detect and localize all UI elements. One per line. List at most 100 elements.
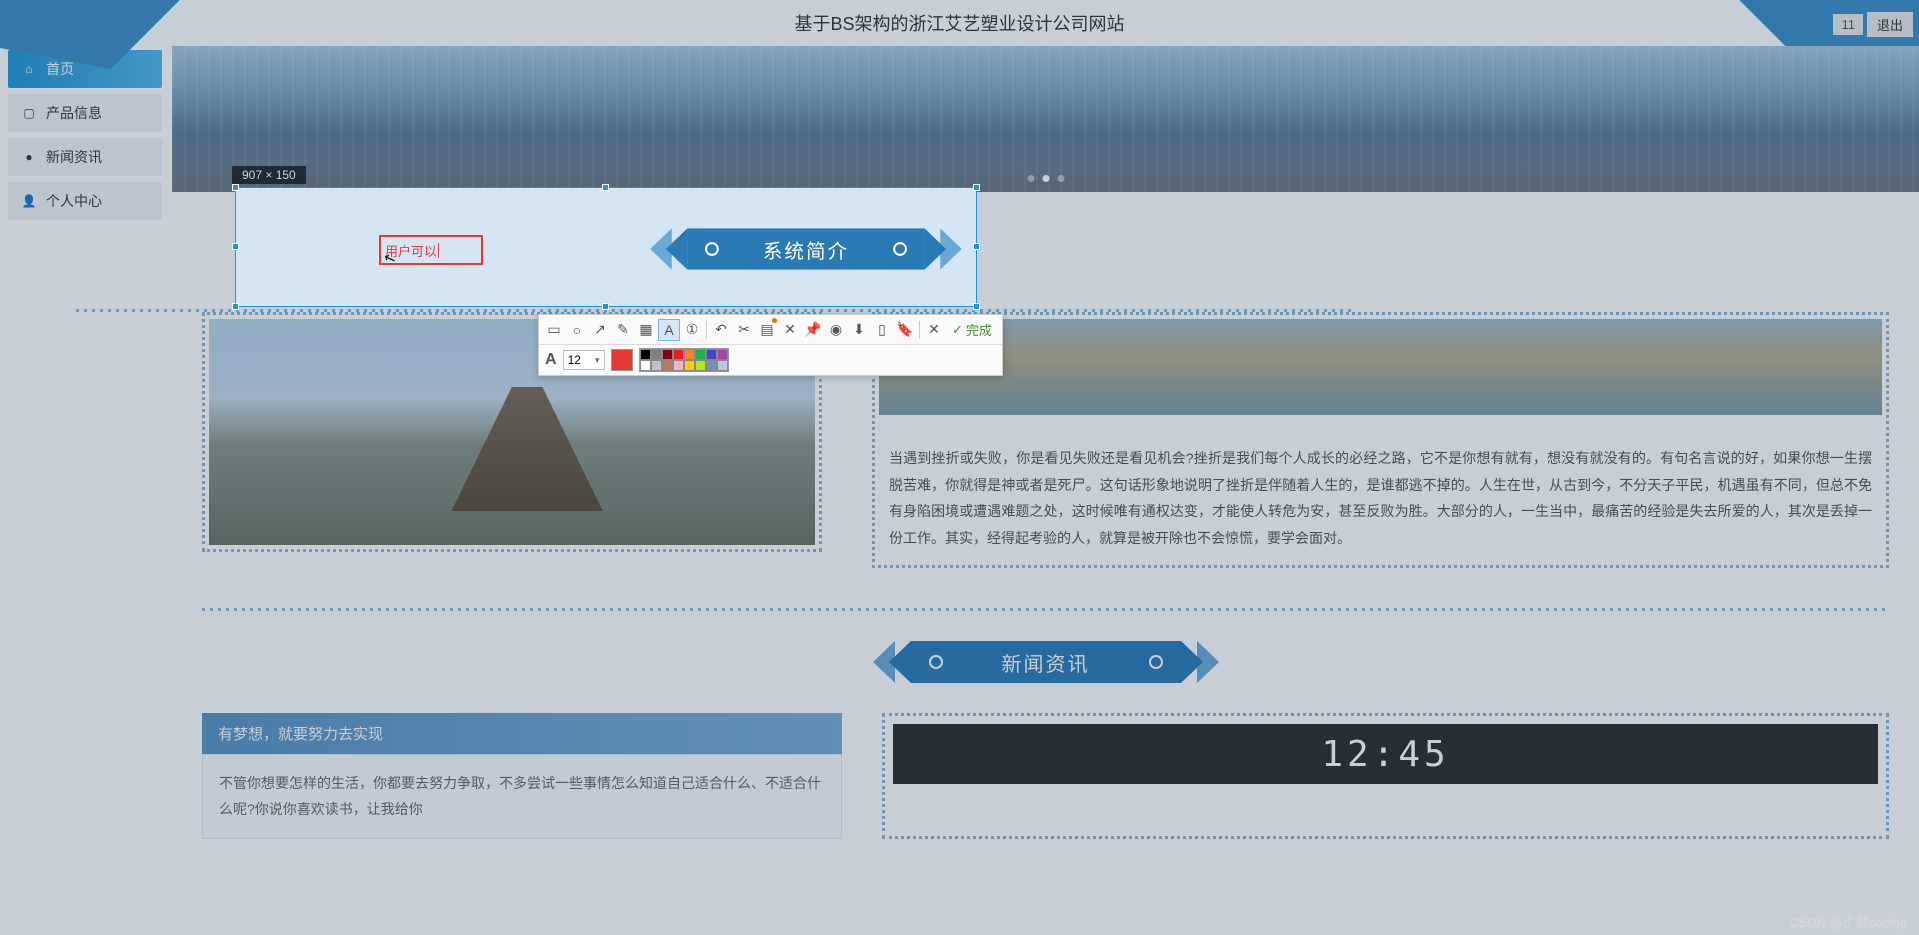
selection-handle[interactable] — [232, 184, 239, 191]
number-tool-button[interactable]: ① — [681, 319, 703, 341]
font-size-select[interactable]: 12 — [563, 350, 605, 370]
section-divider — [202, 608, 1889, 611]
selection-dimensions-label: 907 × 150 — [232, 166, 306, 184]
color-swatch[interactable] — [695, 360, 706, 371]
sidebar-item-label: 新闻资讯 — [46, 147, 102, 167]
color-swatch[interactable] — [673, 349, 684, 360]
intro-text: 当遇到挫折或失败，你是看见失败还是看见机会?挫折是我们每个人成长的必经之路，它不… — [879, 415, 1882, 561]
arrow-tool-button[interactable]: ↗ — [589, 319, 611, 341]
bookmark-button[interactable]: 🔖 — [894, 319, 916, 341]
color-swatch[interactable] — [684, 349, 695, 360]
arrow-left-icon — [639, 228, 687, 269]
toolbar-separator — [706, 321, 707, 339]
info-icon: ● — [22, 150, 36, 164]
mosaic-tool-button[interactable]: ▦ — [635, 319, 657, 341]
color-swatch[interactable] — [662, 349, 673, 360]
sidebar-item-news[interactable]: ● 新闻资讯 — [8, 138, 162, 176]
hero-banner — [172, 46, 1919, 192]
page-title: 基于BS架构的浙江艾艺塑业设计公司网站 — [794, 10, 1124, 36]
color-swatch[interactable] — [717, 349, 728, 360]
news-card-right[interactable]: 12:45 — [882, 713, 1889, 838]
rectangle-tool-button[interactable]: ▭ — [543, 319, 565, 341]
news-section: 有梦想，就要努力去实现 不管你想要怎样的生活，你都要去努力争取，不多尝试一些事情… — [172, 713, 1919, 838]
color-swatch[interactable] — [706, 349, 717, 360]
download-button[interactable]: ⬇ — [848, 319, 870, 341]
font-icon: A — [545, 351, 557, 369]
carousel-dot[interactable] — [1057, 175, 1064, 182]
sidebar-item-label: 个人中心 — [46, 191, 102, 211]
check-icon: ✓ — [952, 322, 963, 338]
sidebar: ⌂ 首页 ▢ 产品信息 ● 新闻资讯 👤 个人中心 — [0, 46, 172, 935]
cut-button[interactable]: ✂ — [733, 319, 755, 341]
sidebar-item-label: 产品信息 — [46, 103, 102, 123]
selection-handle[interactable] — [973, 303, 980, 310]
screenshot-toolbar: ▭ ○ ↗ ✎ ▦ A ① ↶ ✂ ▤ ✕ 📌 ◉ ⬇ ▯ 🔖 ✕ ✓ 完成 A… — [538, 314, 1003, 376]
intro-section: 当遇到挫折或失败，你是看见失败还是看见机会?挫折是我们每个人成长的必经之路，它不… — [172, 312, 1919, 568]
cube-icon: ▢ — [22, 106, 36, 120]
ocr-button[interactable]: ▤ — [756, 319, 778, 341]
pin-button[interactable]: 📌 — [802, 319, 824, 341]
phone-button[interactable]: ▯ — [871, 319, 893, 341]
header-right: 11 退出 — [1833, 12, 1913, 37]
color-swatch[interactable] — [706, 360, 717, 371]
news-clock-image: 12:45 — [893, 724, 1878, 784]
top-bar: 基于BS架构的浙江艾艺塑业设计公司网站 11 退出 — [0, 0, 1919, 46]
selection-handle[interactable] — [232, 303, 239, 310]
news-card-title: 有梦想，就要努力去实现 — [202, 713, 842, 754]
undo-button[interactable]: ↶ — [710, 319, 732, 341]
color-palette — [639, 348, 729, 372]
sidebar-item-profile[interactable]: 👤 个人中心 — [8, 182, 162, 220]
intro-image-right — [879, 319, 1882, 415]
font-size-value: 12 — [568, 353, 581, 367]
selection-dotted-edge — [76, 309, 1356, 312]
color-swatch[interactable] — [673, 360, 684, 371]
news-section-banner: 新闻资讯 — [172, 641, 1919, 683]
sidebar-item-label: 首页 — [46, 59, 74, 79]
toolbar-row-tools: ▭ ○ ↗ ✎ ▦ A ① ↶ ✂ ▤ ✕ 📌 ◉ ⬇ ▯ 🔖 ✕ ✓ 完成 — [539, 315, 1002, 345]
selection-handle[interactable] — [973, 243, 980, 250]
arrow-right-icon — [924, 228, 972, 269]
current-color-swatch[interactable] — [611, 349, 633, 371]
text-tool-button[interactable]: A — [658, 319, 680, 341]
color-swatch[interactable] — [640, 360, 651, 371]
user-badge[interactable]: 11 — [1833, 14, 1863, 35]
carousel-dot[interactable] — [1027, 175, 1034, 182]
arrow-left-icon — [856, 641, 911, 683]
carousel-dots — [1027, 175, 1064, 182]
arrow-right-icon — [1181, 641, 1236, 683]
pencil-tool-button[interactable]: ✎ — [612, 319, 634, 341]
selection-handle[interactable] — [602, 184, 609, 191]
close-button[interactable]: ✕ — [923, 319, 945, 341]
news-card[interactable]: 有梦想，就要努力去实现 不管你想要怎样的生活，你都要去努力争取，不多尝试一些事情… — [202, 713, 842, 838]
color-swatch[interactable] — [662, 360, 673, 371]
section-title: 系统简介 — [688, 228, 925, 269]
user-icon: 👤 — [22, 194, 36, 208]
news-card-body: 不管你想要怎样的生活，你都要去努力争取，不多尝试一些事情怎么知道自己适合什么、不… — [202, 754, 842, 838]
home-icon: ⌂ — [22, 62, 36, 76]
sidebar-item-products[interactable]: ▢ 产品信息 — [8, 94, 162, 132]
done-button[interactable]: ✓ 完成 — [946, 320, 998, 339]
done-label: 完成 — [966, 320, 992, 339]
selection-handle[interactable] — [232, 243, 239, 250]
color-swatch[interactable] — [640, 349, 651, 360]
ellipse-tool-button[interactable]: ○ — [566, 319, 588, 341]
color-swatch[interactable] — [651, 360, 662, 371]
watermark: CSDN @小蔡coding — [1789, 912, 1907, 931]
intro-section-banner: 系统简介 — [639, 228, 972, 269]
shuffle-button[interactable]: ✕ — [779, 319, 801, 341]
selection-handle[interactable] — [602, 303, 609, 310]
main-content: 当遇到挫折或失败，你是看见失败还是看见机会?挫折是我们每个人成长的必经之路，它不… — [172, 46, 1919, 935]
screenshot-selection[interactable]: 907 × 150 用户可以 ↖ 系统简介 — [235, 187, 977, 307]
color-swatch[interactable] — [717, 360, 728, 371]
toolbar-separator — [919, 321, 920, 339]
color-swatch[interactable] — [684, 360, 695, 371]
color-swatch[interactable] — [695, 349, 706, 360]
carousel-dot[interactable] — [1042, 175, 1049, 182]
section-title: 新闻资讯 — [911, 641, 1181, 683]
intro-right-panel: 当遇到挫折或失败，你是看见失败还是看见机会?挫折是我们每个人成长的必经之路，它不… — [872, 312, 1889, 568]
record-button[interactable]: ◉ — [825, 319, 847, 341]
color-swatch[interactable] — [651, 349, 662, 360]
toolbar-row-format: A 12 — [539, 345, 1002, 375]
selection-handle[interactable] — [973, 184, 980, 191]
logout-button[interactable]: 退出 — [1867, 12, 1913, 37]
